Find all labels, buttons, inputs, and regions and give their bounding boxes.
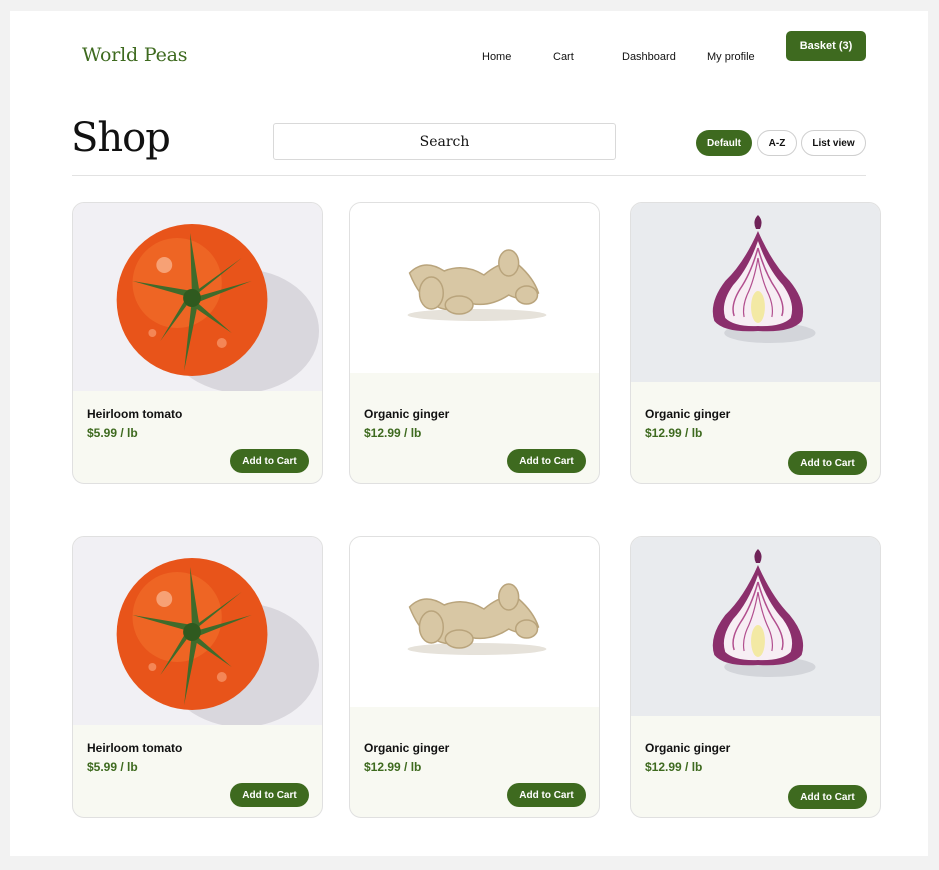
- basket-button[interactable]: Basket (3): [786, 31, 866, 61]
- ginger-image: [350, 203, 599, 373]
- product-name: Organic ginger: [645, 407, 731, 421]
- red-onion-image: [631, 203, 880, 382]
- page-title: Shop: [71, 115, 171, 161]
- product-price: $5.99 / lb: [87, 426, 138, 440]
- nav-profile-link[interactable]: My profile: [707, 51, 755, 63]
- sort-default-button[interactable]: Default: [696, 130, 752, 156]
- product-price: $5.99 / lb: [87, 760, 138, 774]
- product-card[interactable]: Organic ginger $12.99 / lb Add to Cart: [630, 202, 881, 484]
- search-input[interactable]: [273, 123, 616, 160]
- product-name: Organic ginger: [364, 407, 450, 421]
- tomato-image: [73, 203, 322, 391]
- product-price: $12.99 / lb: [364, 760, 422, 774]
- ginger-image: [350, 537, 599, 707]
- nav-cart-link[interactable]: Cart: [553, 51, 574, 63]
- add-to-cart-button[interactable]: Add to Cart: [230, 783, 309, 807]
- product-card[interactable]: Organic ginger $12.99 / lb Add to Cart: [630, 536, 881, 818]
- product-name: Heirloom tomato: [87, 741, 183, 755]
- add-to-cart-button[interactable]: Add to Cart: [507, 783, 586, 807]
- add-to-cart-button[interactable]: Add to Cart: [507, 449, 586, 473]
- add-to-cart-button[interactable]: Add to Cart: [230, 449, 309, 473]
- add-to-cart-button[interactable]: Add to Cart: [788, 451, 867, 475]
- product-price: $12.99 / lb: [645, 760, 703, 774]
- product-name: Organic ginger: [364, 741, 450, 755]
- product-price: $12.99 / lb: [645, 426, 703, 440]
- product-card[interactable]: Heirloom tomato $5.99 / lb Add to Cart: [72, 202, 323, 484]
- nav-home-link[interactable]: Home: [482, 51, 511, 63]
- product-card[interactable]: Organic ginger $12.99 / lb Add to Cart: [349, 536, 600, 818]
- add-to-cart-button[interactable]: Add to Cart: [788, 785, 867, 809]
- product-card[interactable]: Heirloom tomato $5.99 / lb Add to Cart: [72, 536, 323, 818]
- nav-dashboard-link[interactable]: Dashboard: [622, 51, 676, 63]
- sort-az-button[interactable]: A-Z: [757, 130, 797, 156]
- red-onion-image: [631, 537, 880, 716]
- page-container: World Peas Home Cart Dashboard My profil…: [10, 11, 928, 856]
- product-card[interactable]: Organic ginger $12.99 / lb Add to Cart: [349, 202, 600, 484]
- list-view-button[interactable]: List view: [801, 130, 866, 156]
- tomato-image: [73, 537, 322, 725]
- logo[interactable]: World Peas: [82, 44, 187, 66]
- product-name: Heirloom tomato: [87, 407, 183, 421]
- divider: [72, 175, 866, 176]
- product-price: $12.99 / lb: [364, 426, 422, 440]
- product-name: Organic ginger: [645, 741, 731, 755]
